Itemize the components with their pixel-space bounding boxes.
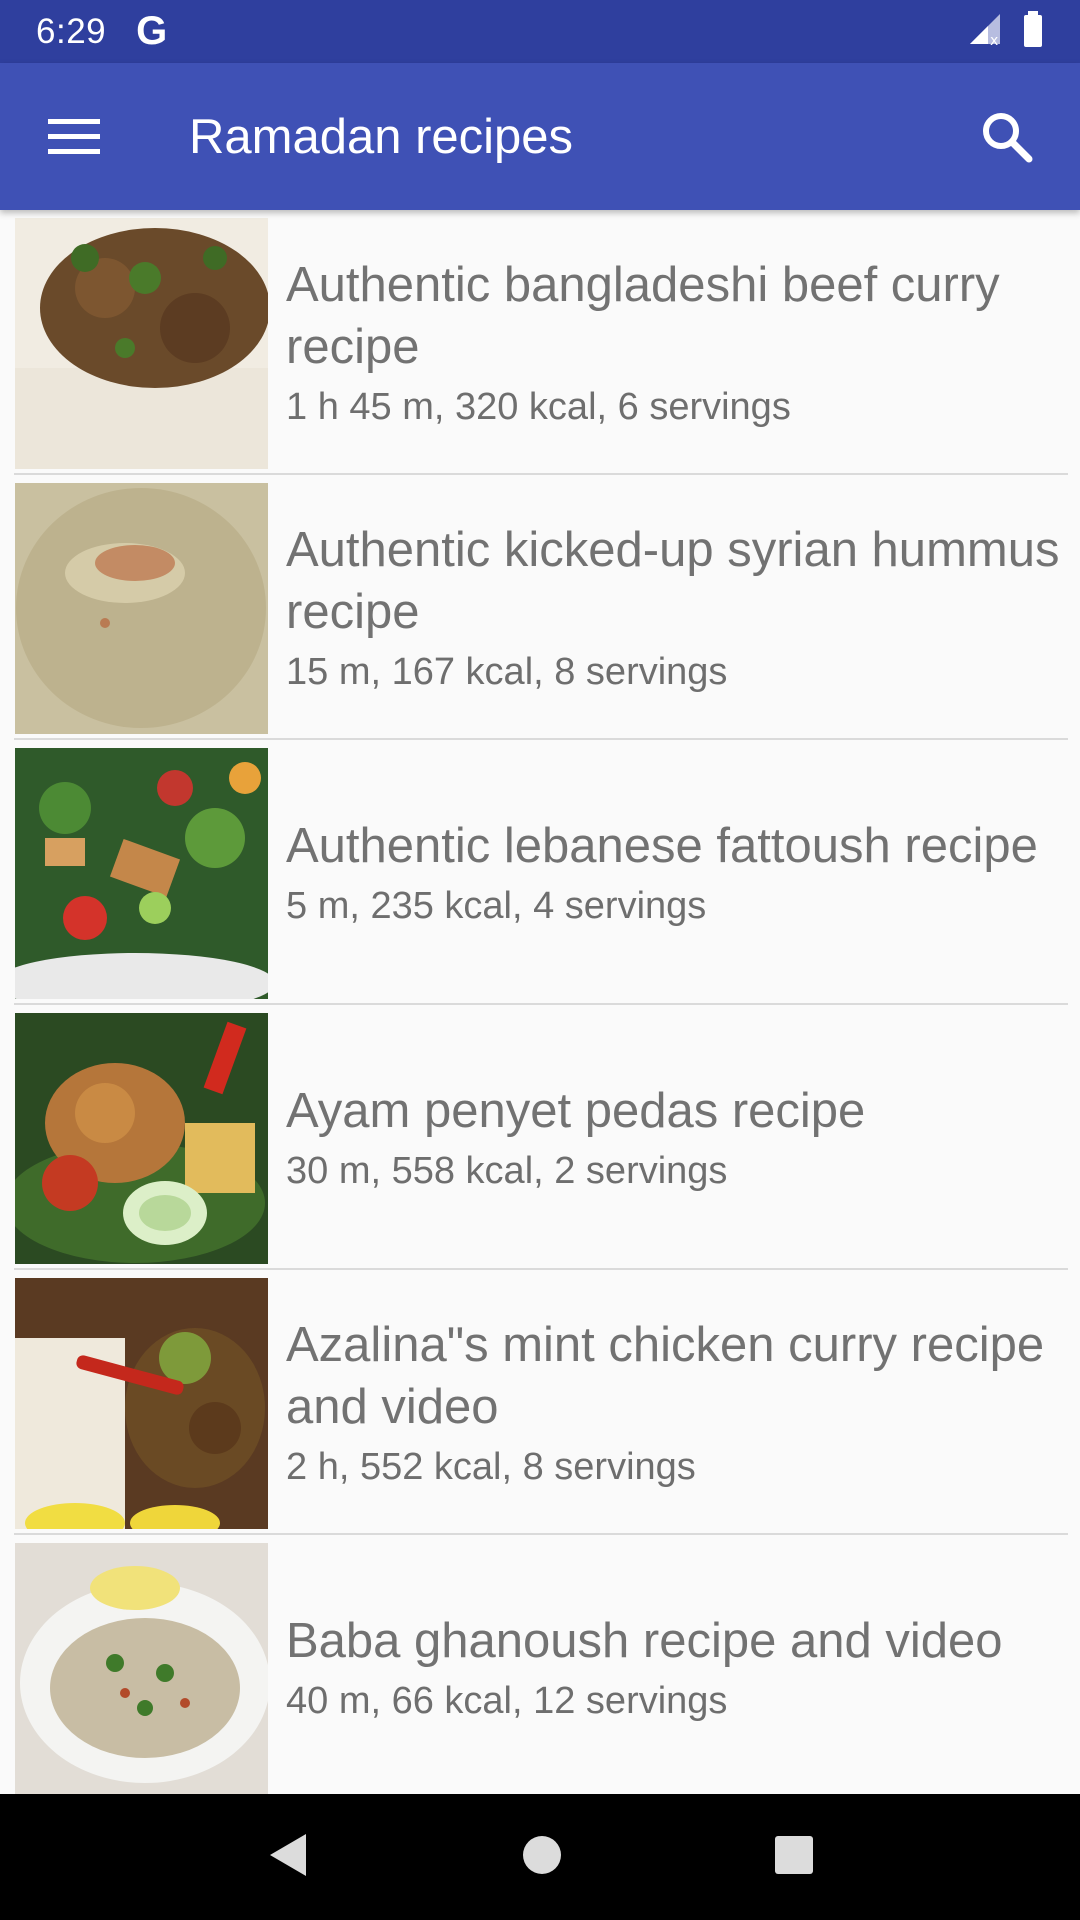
- recipe-meta: 15 m, 167 kcal, 8 servings: [286, 650, 728, 693]
- hamburger-menu-icon: [47, 118, 100, 154]
- recipe-meta: 5 m, 235 kcal, 4 servings: [286, 884, 707, 927]
- recipe-list[interactable]: Authentic bangladeshi beef curry recipe …: [0, 210, 1080, 1794]
- search-button[interactable]: [933, 63, 1080, 210]
- recipe-title: Baba ghanoush recipe and video: [286, 1613, 1003, 1668]
- recipe-meta: 40 m, 66 kcal, 12 servings: [286, 1679, 728, 1722]
- recipe-thumbnail: [15, 1543, 268, 1794]
- recipe-meta: 2 h, 552 kcal, 8 servings: [286, 1445, 696, 1488]
- list-item[interactable]: Authentic bangladeshi beef curry recipe …: [0, 210, 1080, 475]
- system-navigation-bar: [0, 1794, 1080, 1920]
- recents-square-icon: [775, 1835, 814, 1874]
- status-bar: 6:29 G x: [0, 0, 1080, 63]
- list-item[interactable]: Baba ghanoush recipe and video 40 m, 66 …: [0, 1535, 1080, 1794]
- home-button[interactable]: [521, 1834, 563, 1881]
- menu-button[interactable]: [0, 63, 147, 210]
- app-bar: Ramadan recipes: [0, 63, 1080, 210]
- svg-text:x: x: [990, 33, 998, 46]
- recipe-title: Ayam penyet pedas recipe: [286, 1083, 866, 1138]
- signal-icon: x: [966, 12, 1002, 51]
- back-button[interactable]: [266, 1832, 310, 1883]
- list-item[interactable]: Ayam penyet pedas recipe 30 m, 558 kcal,…: [0, 1005, 1080, 1270]
- recipe-title: Authentic kicked-up syrian hummus recipe: [286, 522, 1060, 639]
- google-icon: G: [136, 9, 168, 53]
- recipe-thumbnail: [15, 1013, 268, 1264]
- recipe-title: Authentic lebanese fattoush recipe: [286, 818, 1038, 873]
- page-title: Ramadan recipes: [189, 109, 574, 164]
- recipe-meta: 30 m, 558 kcal, 2 servings: [286, 1149, 728, 1192]
- recents-button[interactable]: [774, 1835, 814, 1880]
- back-triangle-icon: [269, 1833, 306, 1876]
- recipe-meta: 1 h 45 m, 320 kcal, 6 servings: [286, 385, 791, 428]
- recipe-title: Azalina"s mint chicken curry recipe and …: [286, 1317, 1045, 1434]
- recipe-thumbnail: [15, 483, 268, 734]
- list-item[interactable]: Authentic lebanese fattoush recipe 5 m, …: [0, 740, 1080, 1005]
- status-time: 6:29: [36, 11, 107, 51]
- recipe-thumbnail: [15, 748, 268, 999]
- list-item[interactable]: Azalina"s mint chicken curry recipe and …: [0, 1270, 1080, 1535]
- list-item[interactable]: Authentic kicked-up syrian hummus recipe…: [0, 475, 1080, 740]
- recipe-title: Authentic bangladeshi beef curry recipe: [286, 257, 1000, 374]
- search-icon: [982, 112, 1032, 162]
- home-circle-icon: [522, 1835, 561, 1874]
- battery-icon: [1022, 11, 1044, 52]
- recipe-thumbnail: [15, 1278, 268, 1529]
- recipe-thumbnail: [15, 218, 268, 469]
